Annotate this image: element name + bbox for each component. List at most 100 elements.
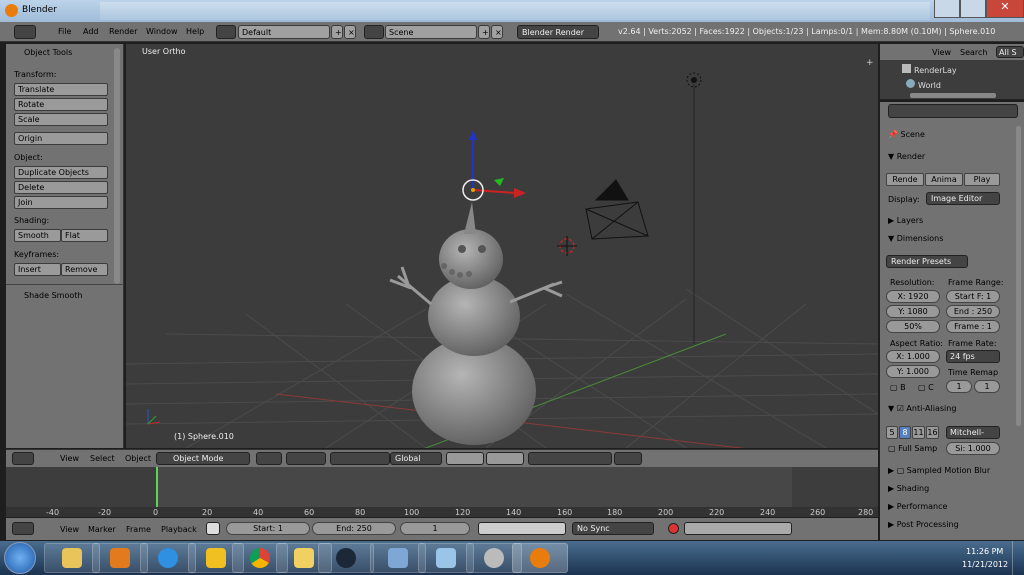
- aa-filter-select[interactable]: Mitchell-: [946, 426, 1000, 439]
- aa-samples-11[interactable]: 11: [912, 426, 925, 439]
- clock-time[interactable]: 11:26 PM: [966, 547, 1003, 556]
- scene-add-button[interactable]: +: [478, 25, 490, 39]
- menu-view[interactable]: View: [60, 525, 79, 534]
- shade-smooth-panel[interactable]: Shade Smooth: [24, 291, 82, 300]
- clock-date[interactable]: 11/21/2012: [962, 560, 1008, 569]
- maximize-button[interactable]: [960, 0, 986, 18]
- minimize-button[interactable]: [934, 0, 960, 18]
- display-select[interactable]: Image Editor: [926, 192, 1000, 205]
- record-button[interactable]: [668, 523, 679, 534]
- layer-buttons-a[interactable]: [446, 452, 484, 465]
- outliner-scrollbar[interactable]: [910, 93, 996, 98]
- snap-controls[interactable]: [528, 452, 612, 465]
- delete-button[interactable]: Delete: [14, 181, 108, 194]
- steam-taskbar-icon[interactable]: [318, 543, 374, 573]
- flat-button[interactable]: Flat: [61, 229, 108, 242]
- resolution-percent-field[interactable]: 50%: [886, 320, 940, 333]
- notification-area[interactable]: [900, 551, 950, 565]
- sync-select[interactable]: No Sync: [572, 522, 654, 535]
- play-button[interactable]: Play: [964, 173, 1000, 186]
- origin-button[interactable]: Origin: [14, 132, 108, 145]
- animation-button[interactable]: Anima: [925, 173, 963, 186]
- border-checkbox[interactable]: ▢ B: [890, 383, 906, 392]
- close-button[interactable]: ✕: [986, 0, 1024, 18]
- keying-set-field[interactable]: [684, 522, 792, 535]
- remap-new-field[interactable]: 1: [974, 380, 1000, 393]
- post-processing-panel-header[interactable]: ▶ Post Processing: [888, 520, 959, 529]
- properties-context-tabs[interactable]: [888, 104, 1018, 118]
- pivot-select[interactable]: [286, 452, 326, 465]
- filter-size-field[interactable]: Si: 1.000: [946, 442, 1000, 455]
- resolution-y-field[interactable]: Y: 1080: [886, 305, 940, 318]
- menu-help[interactable]: Help: [186, 27, 204, 36]
- outliner-search-menu[interactable]: Search: [960, 48, 987, 57]
- outliner-display-select[interactable]: All S: [996, 46, 1024, 58]
- render-presets-select[interactable]: Render Presets: [886, 255, 968, 268]
- editor-type-icon[interactable]: [12, 522, 34, 535]
- rotate-button[interactable]: Rotate: [14, 98, 108, 111]
- scene-remove-button[interactable]: ×: [491, 25, 503, 39]
- manipulator-toggles[interactable]: [330, 452, 390, 465]
- end-frame-field[interactable]: End: 250: [312, 522, 396, 535]
- layer-buttons-b[interactable]: [486, 452, 524, 465]
- render-panel-header[interactable]: ▼ Render: [888, 152, 925, 161]
- preview-range-icon[interactable]: [206, 522, 220, 535]
- viewport-plus-icon[interactable]: +: [866, 58, 874, 68]
- render-button[interactable]: Rende: [886, 173, 924, 186]
- properties-scrollbar[interactable]: [1016, 126, 1021, 426]
- outliner-item-world[interactable]: World: [906, 79, 941, 90]
- 3d-viewport[interactable]: User Ortho (1) Sphere.010 +: [126, 44, 878, 448]
- scrollbar[interactable]: [114, 48, 120, 284]
- shading-panel-header[interactable]: ▶ Shading: [888, 484, 929, 493]
- menu-marker[interactable]: Marker: [88, 525, 116, 534]
- mode-select[interactable]: Object Mode: [156, 452, 250, 465]
- start-frame-field[interactable]: Start: 1: [226, 522, 310, 535]
- end-frame-field[interactable]: End : 250: [946, 305, 1000, 318]
- layers-panel-header[interactable]: ▶ Layers: [888, 216, 923, 225]
- join-button[interactable]: Join: [14, 196, 108, 209]
- menu-window[interactable]: Window: [146, 27, 178, 36]
- performance-panel-header[interactable]: ▶ Performance: [888, 502, 947, 511]
- show-desktop-button[interactable]: [1012, 541, 1024, 575]
- menu-add[interactable]: Add: [83, 27, 99, 36]
- menu-file[interactable]: File: [58, 27, 71, 36]
- layout-remove-button[interactable]: ×: [344, 25, 356, 39]
- scene-canvas[interactable]: [126, 44, 878, 448]
- full-sample-checkbox[interactable]: ▢ Full Samp: [888, 444, 937, 453]
- aspect-x-field[interactable]: X: 1.000: [886, 350, 940, 363]
- motion-blur-panel-header[interactable]: ▶ ▢ Sampled Motion Blur: [888, 466, 990, 475]
- layout-add-button[interactable]: +: [331, 25, 343, 39]
- scale-button[interactable]: Scale: [14, 113, 108, 126]
- timeline[interactable]: -40 -20 0 20 40 60 80 100 120 140 160 18…: [6, 467, 878, 517]
- menu-select[interactable]: Select: [90, 454, 115, 463]
- tool-shelf-title[interactable]: Object Tools: [24, 48, 72, 57]
- menu-object[interactable]: Object: [125, 454, 151, 463]
- outliner-view-menu[interactable]: View: [932, 48, 951, 57]
- insert-keyframe-button[interactable]: Insert: [14, 263, 61, 276]
- shading-select[interactable]: [256, 452, 282, 465]
- editor-type-icon[interactable]: [14, 25, 36, 39]
- playback-controls[interactable]: [478, 522, 566, 535]
- frame-step-field[interactable]: Frame : 1: [946, 320, 1000, 333]
- render-engine-select[interactable]: Blender Render: [517, 25, 599, 39]
- anti-aliasing-panel-header[interactable]: ▼ ☑ Anti-Aliasing: [888, 404, 956, 413]
- dimensions-panel-header[interactable]: ▼ Dimensions: [888, 234, 943, 243]
- menu-render[interactable]: Render: [109, 27, 137, 36]
- outliner-item-renderlayers[interactable]: RenderLay: [902, 64, 957, 75]
- fps-select[interactable]: 24 fps: [946, 350, 1000, 363]
- aa-samples-5[interactable]: 5: [886, 426, 898, 439]
- aa-samples-16[interactable]: 16: [926, 426, 939, 439]
- aa-samples-8[interactable]: 8: [899, 426, 911, 439]
- editor-type-icon[interactable]: [12, 452, 34, 465]
- start-button[interactable]: [4, 542, 36, 574]
- blender-taskbar-icon[interactable]: [512, 543, 568, 573]
- scene-field[interactable]: Scene: [385, 25, 477, 39]
- menu-playback[interactable]: Playback: [161, 525, 197, 534]
- smooth-button[interactable]: Smooth: [14, 229, 61, 242]
- scene-icon[interactable]: [364, 25, 384, 39]
- remap-old-field[interactable]: 1: [946, 380, 972, 393]
- menu-view[interactable]: View: [60, 454, 79, 463]
- crop-checkbox[interactable]: ▢ C: [918, 383, 934, 392]
- aspect-y-field[interactable]: Y: 1.000: [886, 365, 940, 378]
- render-preview-icons[interactable]: [614, 452, 642, 465]
